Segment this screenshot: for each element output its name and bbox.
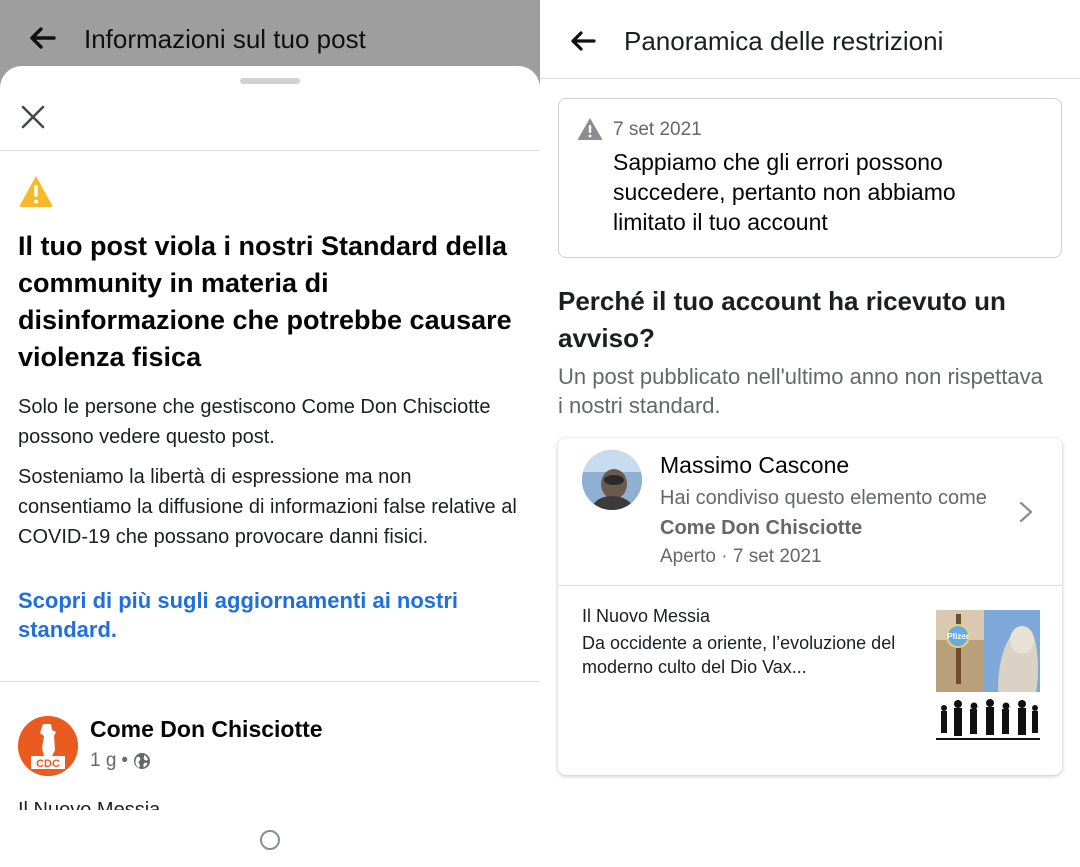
svg-text:Pfizer: Pfizer: [947, 632, 969, 641]
link-thumbnail[interactable]: Pfizer: [936, 610, 1040, 746]
header-title: Panoramica delle restrizioni: [624, 26, 944, 56]
meta-separator: •: [121, 750, 129, 771]
shared-as-page: Come Don Chisciotte: [660, 517, 863, 539]
thumbnail-image: Pfizer: [936, 610, 1040, 746]
post-time: 1 g: [90, 750, 117, 771]
chevron-right-icon[interactable]: [1018, 500, 1034, 524]
page-logo: CDC: [18, 716, 78, 776]
globe-icon: [134, 753, 151, 769]
warning-reason-subtext: Un post pubblicato nell'ultimo anno non …: [558, 364, 1043, 418]
arrow-left-icon[interactable]: [26, 22, 58, 54]
notice-date: 7 set 2021: [613, 119, 702, 140]
page-name[interactable]: Come Don Chisciotte: [90, 716, 323, 743]
link-title[interactable]: Da occidente a oriente, l’evoluzione del…: [582, 631, 932, 679]
divider: [558, 585, 1062, 586]
policy-paragraph: Sosteniamo la libertà di espressione ma …: [18, 466, 517, 548]
user-name: Massimo Cascone: [660, 452, 850, 478]
divider: [0, 150, 540, 151]
svg-text:CDC: CDC: [36, 758, 60, 770]
shared-as-text: Hai condiviso questo elemento come Come …: [660, 483, 990, 543]
shared-prefix: Hai condiviso questo elemento come: [660, 487, 987, 509]
divider: [540, 78, 1080, 79]
learn-more-link[interactable]: Scopri di più sugli aggiornamenti ai nos…: [18, 586, 518, 644]
visibility-paragraph: Solo le persone che gestiscono Come Don …: [18, 396, 491, 448]
post-card[interactable]: Massimo Cascone Hai condiviso questo ele…: [558, 438, 1062, 775]
home-indicator[interactable]: [260, 830, 280, 850]
header-title: Informazioni sul tuo post: [84, 24, 366, 54]
notice-text: Sappiamo che gli errori possono succeder…: [613, 149, 956, 235]
divider: [0, 681, 540, 682]
avatar-photo: [582, 450, 642, 510]
page-avatar[interactable]: CDC: [18, 716, 78, 776]
left-screen: Informazioni sul tuo post Il tuo post vi…: [0, 0, 540, 867]
right-screen: Panoramica delle restrizioni 7 set 2021 …: [540, 0, 1080, 867]
post-preview-text: Il Nuovo Messia: [18, 799, 161, 810]
post-status: Aperto · 7 set 2021: [660, 546, 822, 567]
restriction-notice: 7 set 2021 Sappiamo che gli errori posso…: [558, 98, 1062, 258]
warning-triangle-icon: [19, 176, 53, 207]
sheet-grabber[interactable]: [240, 78, 300, 84]
arrow-left-icon[interactable]: [568, 26, 598, 56]
link-source: Il Nuovo Messia: [582, 606, 711, 626]
violation-headline: Il tuo post viola i nostri Standard dell…: [18, 231, 512, 372]
avatar: [582, 450, 642, 510]
post-meta: 1 g •: [90, 750, 151, 772]
warning-triangle-icon: [577, 118, 603, 140]
bottom-sheet: Il tuo post viola i nostri Standard dell…: [0, 66, 540, 867]
close-icon[interactable]: [18, 102, 48, 132]
warning-reason-heading: Perché il tuo account ha ricevuto un avv…: [558, 286, 1006, 353]
